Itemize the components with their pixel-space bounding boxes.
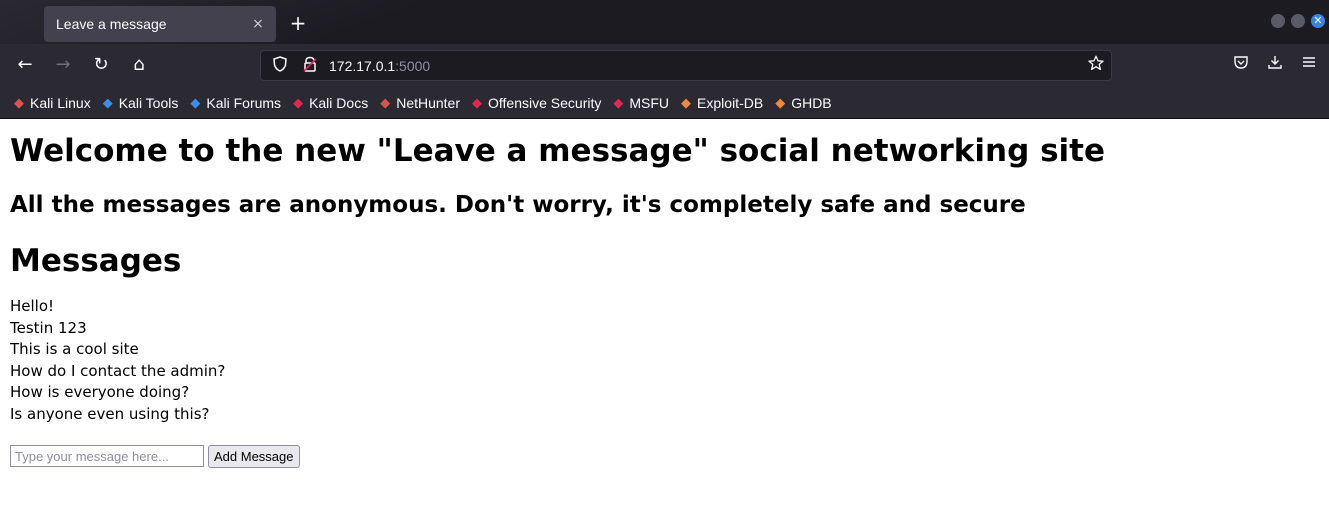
bookmark-item[interactable]: ◆ Kali Linux bbox=[12, 95, 91, 111]
insecure-lock-icon[interactable] bbox=[299, 56, 321, 76]
back-icon[interactable]: ← bbox=[12, 54, 38, 78]
message-form: Add Message bbox=[10, 444, 1319, 468]
bookmark-item[interactable]: ◆ NetHunter bbox=[378, 95, 460, 111]
url-bar[interactable]: 172.17.0.1:5000 bbox=[260, 50, 1112, 81]
nethunter-icon: ◆ bbox=[380, 94, 391, 110]
home-icon[interactable]: ⌂ bbox=[126, 54, 152, 78]
tab-title: Leave a message bbox=[56, 16, 167, 32]
url-port: :5000 bbox=[395, 57, 431, 74]
message-item: Is anyone even using this? bbox=[10, 404, 210, 423]
tab-close-icon[interactable]: × bbox=[246, 16, 270, 32]
message-item: How is everyone doing? bbox=[10, 383, 190, 402]
bookmark-label: Kali Forums bbox=[206, 94, 282, 111]
bookmark-item[interactable]: ◆ Kali Forums bbox=[188, 95, 281, 111]
url-text[interactable]: 172.17.0.1:5000 bbox=[329, 58, 1081, 74]
bookmark-item[interactable]: ◆ GHDB bbox=[773, 95, 831, 111]
navigation-bar: ← → ↻ ⌂ 172.17.0.1:5000 bbox=[0, 44, 1329, 87]
url-host: 172.17.0.1 bbox=[329, 57, 396, 74]
messages-heading: Messages bbox=[10, 243, 182, 279]
bookmark-item[interactable]: ◆ MSFU bbox=[611, 95, 669, 111]
kali-forums-icon: ◆ bbox=[190, 94, 201, 110]
msfu-icon: ◆ bbox=[613, 94, 624, 110]
browser-chrome: Leave a message × + ✕ ← → ↻ ⌂ 172.17.0.1… bbox=[0, 0, 1329, 119]
message-item: How do I contact the admin? bbox=[10, 361, 226, 380]
page-title: Welcome to the new "Leave a message" soc… bbox=[10, 133, 1106, 169]
message-item: Testin 123 bbox=[10, 318, 87, 337]
pocket-icon[interactable] bbox=[1228, 54, 1254, 78]
message-item: This is a cool site bbox=[10, 340, 139, 359]
bookmark-label: MSFU bbox=[629, 94, 670, 111]
minimize-icon[interactable] bbox=[1271, 14, 1285, 28]
message-item: Hello! bbox=[10, 297, 55, 315]
window-close-icon[interactable]: ✕ bbox=[1311, 14, 1325, 28]
page-content: Welcome to the new "Leave a message" soc… bbox=[0, 131, 1329, 468]
tab-bar: Leave a message × + ✕ bbox=[0, 0, 1329, 44]
kali-dragon-icon: ◆ bbox=[14, 94, 24, 110]
new-tab-icon[interactable]: + bbox=[286, 10, 310, 38]
bookmark-item[interactable]: ◆ Kali Tools bbox=[101, 95, 179, 111]
window-controls: ✕ bbox=[1271, 14, 1325, 28]
page-subtitle: All the messages are anonymous. Don't wo… bbox=[10, 192, 1026, 218]
forward-icon[interactable]: → bbox=[50, 54, 76, 78]
bookmark-label: GHDB bbox=[791, 94, 832, 111]
bookmark-star-icon[interactable] bbox=[1081, 55, 1111, 76]
ghdb-icon: ◆ bbox=[775, 94, 786, 110]
menu-icon[interactable] bbox=[1296, 54, 1322, 78]
shield-icon[interactable] bbox=[269, 55, 291, 76]
kali-tools-icon: ◆ bbox=[102, 94, 113, 110]
bookmarks-toolbar: ◆ Kali Linux ◆ Kali Tools ◆ Kali Forums ◆ Kali … bbox=[0, 87, 1329, 119]
add-message-button[interactable]: Add Message bbox=[208, 444, 300, 468]
tab-leave-a-message[interactable]: Leave a message × bbox=[44, 6, 276, 42]
messages-list: Hello! Testin 123 This is a cool site How d… bbox=[10, 296, 1319, 426]
offsec-icon: ◆ bbox=[472, 94, 483, 110]
exploit-db-icon: ◆ bbox=[681, 94, 692, 110]
kali-docs-icon: ◆ bbox=[293, 94, 304, 110]
bookmark-item[interactable]: ◆ Exploit-DB bbox=[679, 95, 763, 111]
bookmark-label: Kali Tools bbox=[118, 94, 179, 111]
bookmark-item[interactable]: ◆ Kali Docs bbox=[291, 95, 368, 111]
bookmark-label: NetHunter bbox=[396, 94, 461, 111]
bookmark-label: Kali Docs bbox=[309, 94, 369, 111]
bookmark-item[interactable]: ◆ Offensive Security bbox=[470, 95, 601, 111]
bookmark-label: Offensive Security bbox=[488, 94, 602, 111]
bookmark-label: Exploit-DB bbox=[697, 94, 764, 111]
bookmark-label: Kali Linux bbox=[30, 94, 91, 111]
download-icon[interactable] bbox=[1262, 54, 1288, 78]
maximize-icon[interactable] bbox=[1291, 14, 1305, 28]
reload-icon[interactable]: ↻ bbox=[88, 54, 114, 78]
message-input[interactable] bbox=[10, 445, 204, 468]
